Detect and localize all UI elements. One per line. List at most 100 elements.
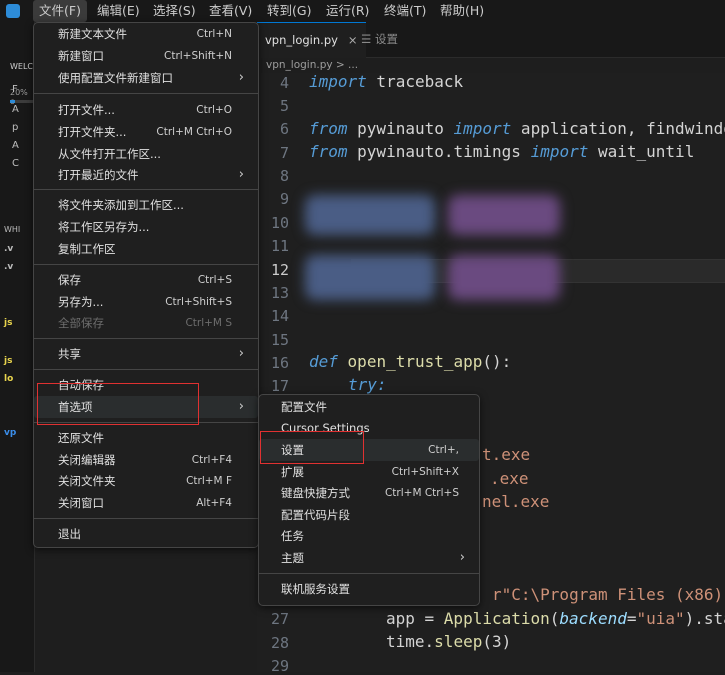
code-line: r"C:\Program Files (x86) <box>492 585 724 604</box>
menu-item-save-workspace-as[interactable]: 将工作区另存为... <box>34 216 258 238</box>
editor-tab-bar: vpn_login.py × ☰ 设置 <box>257 22 725 58</box>
line-number: 6 <box>279 120 289 138</box>
line-number: 7 <box>279 144 289 162</box>
code-line: from pywinauto import application, findw… <box>309 119 725 138</box>
annotation-highlight-preferences <box>37 383 199 425</box>
code-line: time.sleep(3) <box>386 632 512 651</box>
menu-item-share[interactable]: 共享 › <box>34 343 258 365</box>
menu-divider <box>34 369 258 370</box>
sidebar-check-row[interactable]: C <box>12 158 19 169</box>
annotation-highlight-settings <box>260 431 364 464</box>
sidebar: WELC 20% c F A p A C WHI .v .v js js lo … <box>0 22 35 672</box>
menu-divider <box>34 93 258 94</box>
menu-item-close-editor[interactable]: 关闭编辑器 Ctrl+F4 <box>34 449 258 471</box>
menu-item-add-folder-to-workspace[interactable]: 将文件夹添加到工作区... <box>34 194 258 216</box>
code-line: from pywinauto.timings import wait_until <box>309 142 695 161</box>
menu-terminal[interactable]: 终端(T) <box>378 0 432 22</box>
line-number: 9 <box>279 190 289 208</box>
breadcrumb[interactable]: vpn_login.py > ... <box>266 57 358 73</box>
menu-edit[interactable]: 编辑(E) <box>91 0 146 22</box>
sidebar-check-row[interactable]: A <box>12 104 19 115</box>
line-number: 28 <box>270 634 289 652</box>
menu-view[interactable]: 查看(V) <box>203 0 258 22</box>
settings-icon: ☰ <box>361 32 372 46</box>
chevron-right-icon: › <box>238 167 244 182</box>
tab-settings[interactable]: ☰ 设置 <box>353 22 406 57</box>
submenu-item-tasks[interactable]: 任务 <box>259 525 479 547</box>
submenu-item-extensions[interactable]: 扩展 Ctrl+Shift+X <box>259 461 479 483</box>
explorer-item[interactable]: lo <box>4 374 13 384</box>
sidebar-check-row[interactable]: F <box>12 84 18 95</box>
menu-run[interactable]: 运行(R) <box>320 0 375 22</box>
line-number: 8 <box>279 167 289 185</box>
chevron-right-icon: › <box>238 399 244 414</box>
submenu-item-themes[interactable]: 主题 › <box>259 547 479 569</box>
submenu-item-profiles[interactable]: 配置文件 <box>259 396 479 418</box>
menu-item-revert-file[interactable]: 还原文件 <box>34 427 258 449</box>
menu-divider <box>34 338 258 339</box>
line-number: 10 <box>270 214 289 232</box>
menu-help[interactable]: 帮助(H) <box>434 0 490 22</box>
line-number: 15 <box>270 331 289 349</box>
menu-item-open-recent[interactable]: 打开最近的文件 › <box>34 164 258 186</box>
sidebar-check-row[interactable]: p <box>12 122 18 133</box>
submenu-item-configure-snippets[interactable]: 配置代码片段 <box>259 504 479 526</box>
menu-selection[interactable]: 选择(S) <box>147 0 202 22</box>
code-line: .exe <box>490 469 529 488</box>
tab-vpn-login[interactable]: vpn_login.py × <box>257 22 366 58</box>
code-line: import traceback <box>309 72 464 91</box>
sidebar-progress-bar <box>10 100 34 103</box>
tab-label: vpn_login.py <box>265 33 338 47</box>
line-number: 4 <box>279 74 289 92</box>
sidebar-check-row[interactable]: A <box>12 140 19 151</box>
explorer-section-header[interactable]: WHI <box>4 225 20 234</box>
file-menu: 新建文本文件 Ctrl+N 新建窗口 Ctrl+Shift+N 使用配置文件新建窗口… <box>33 22 259 548</box>
menu-divider <box>259 573 479 574</box>
redacted-blur <box>448 255 560 300</box>
menu-file[interactable]: 文件(F) <box>33 0 87 22</box>
menu-item-new-window-with-profile[interactable]: 使用配置文件新建窗口 › <box>34 67 258 89</box>
explorer-item[interactable]: vp <box>4 428 16 438</box>
redacted-blur <box>305 195 435 235</box>
submenu-item-online-services-settings[interactable]: 联机服务设置 <box>259 578 479 600</box>
explorer-item[interactable]: js <box>4 318 12 328</box>
chevron-right-icon: › <box>459 550 465 565</box>
code-line: def open_trust_app(): <box>309 352 512 371</box>
menu-item-save-as[interactable]: 另存为... Ctrl+Shift+S <box>34 291 258 313</box>
menu-item-exit[interactable]: 退出 <box>34 523 258 545</box>
explorer-item[interactable]: js <box>4 356 12 366</box>
menu-item-new-text-file[interactable]: 新建文本文件 Ctrl+N <box>34 23 258 45</box>
line-number: 11 <box>270 237 289 255</box>
menu-item-new-window[interactable]: 新建窗口 Ctrl+Shift+N <box>34 45 258 67</box>
code-line: app = Application(backend="uia").sta <box>386 609 725 628</box>
menu-divider <box>34 189 258 190</box>
sidebar-welcome-title: WELC <box>10 62 34 71</box>
line-number: 27 <box>270 610 289 628</box>
tab-label: 设置 <box>374 32 398 46</box>
explorer-item[interactable]: .v <box>4 244 13 254</box>
menu-item-duplicate-workspace[interactable]: 复制工作区 <box>34 238 258 260</box>
chevron-right-icon: › <box>238 70 244 85</box>
explorer-item[interactable]: .v <box>4 262 13 272</box>
menu-item-save[interactable]: 保存 Ctrl+S <box>34 269 258 291</box>
menu-divider <box>34 518 258 519</box>
line-number: 12 <box>270 261 289 279</box>
redacted-blur <box>305 255 435 300</box>
code-line: nel.exe <box>482 492 550 511</box>
menu-item-open-folder[interactable]: 打开文件夹... Ctrl+M Ctrl+O <box>34 121 258 143</box>
menu-goto[interactable]: 转到(G) <box>261 0 317 22</box>
app-logo-icon <box>6 4 20 18</box>
chevron-right-icon: › <box>238 346 244 361</box>
line-number: 14 <box>270 307 289 325</box>
menu-item-save-all: 全部保存 Ctrl+M S <box>58 316 232 330</box>
menu-item-open-workspace[interactable]: 从文件打开工作区... <box>34 143 258 165</box>
line-number: 13 <box>270 284 289 302</box>
menu-item-open-file[interactable]: 打开文件... Ctrl+O <box>34 99 258 121</box>
menu-item-close-folder[interactable]: 关闭文件夹 Ctrl+M F <box>34 470 258 492</box>
submenu-item-keyboard-shortcuts[interactable]: 键盘快捷方式 Ctrl+M Ctrl+S <box>259 482 479 504</box>
menu-divider <box>34 264 258 265</box>
preferences-submenu: 配置文件 Cursor Settings 设置 Ctrl+, 扩展 Ctrl+Shi… <box>258 394 480 606</box>
menu-item-close-window[interactable]: 关闭窗口 Alt+F4 <box>34 492 258 514</box>
line-number: 16 <box>270 354 289 372</box>
code-line: t.exe <box>482 445 531 464</box>
